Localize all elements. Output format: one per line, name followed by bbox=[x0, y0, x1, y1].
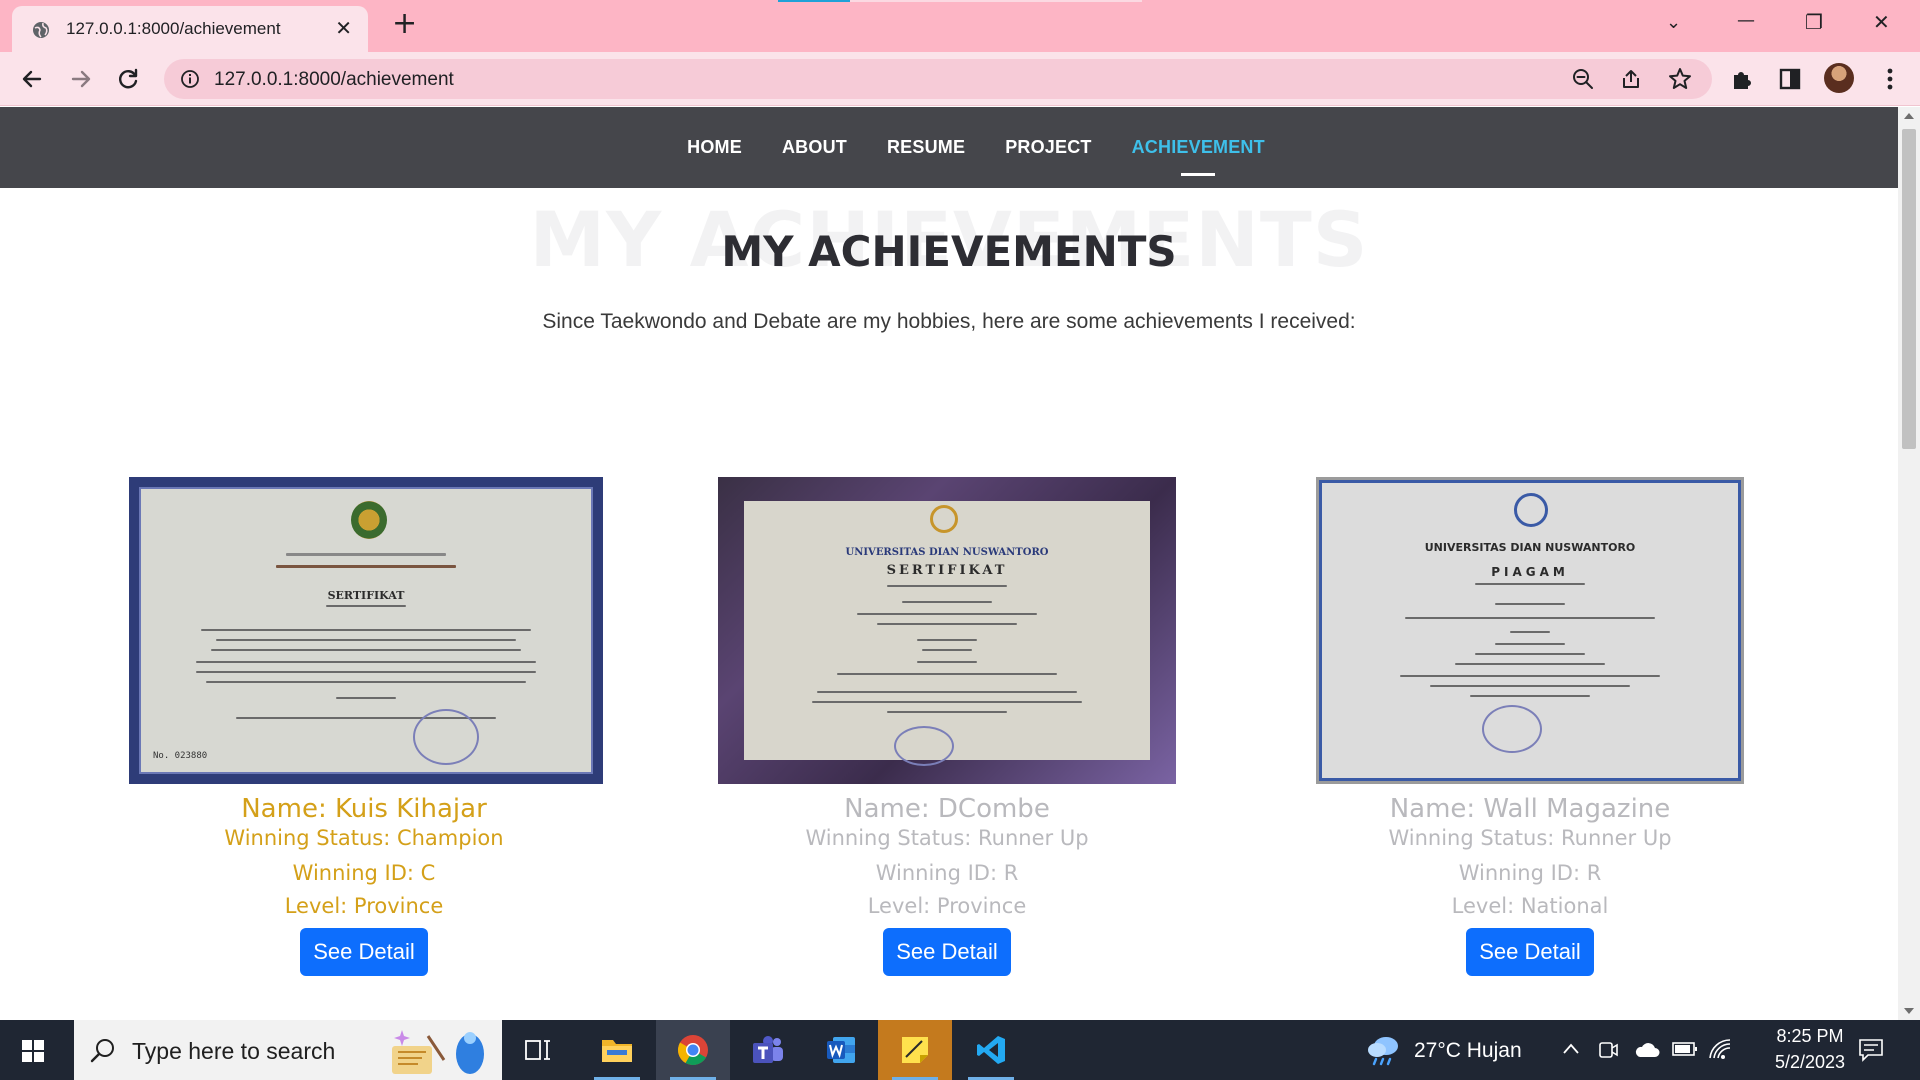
taskbar-search-box[interactable]: Type here to search bbox=[74, 1020, 502, 1080]
winning-id: Winning ID: C bbox=[292, 861, 436, 885]
winning-id: Winning ID: R bbox=[1458, 861, 1602, 885]
achievement-card: SERTIFIKAT No. 023880 Name: Kuis Kihajar… bbox=[129, 477, 603, 976]
search-placeholder: Type here to search bbox=[132, 1038, 336, 1064]
back-icon[interactable] bbox=[18, 65, 46, 93]
clock-date[interactable]: 5/2/2023 bbox=[1750, 1052, 1870, 1073]
battery-icon[interactable] bbox=[1672, 1041, 1698, 1057]
search-icon bbox=[90, 1039, 114, 1063]
word-app[interactable] bbox=[804, 1020, 878, 1080]
achievement-card: UNIVERSITAS DIAN NUSWANTORO PIAGAM Name:… bbox=[1295, 477, 1765, 976]
winning-status: Winning Status: Runner Up bbox=[805, 826, 1089, 850]
page-subtitle: Since Taekwondo and Debate are my hobbie… bbox=[542, 310, 1356, 333]
vscode-icon bbox=[977, 1036, 1005, 1064]
browser-toolbar: 127.0.0.1:8000/achievement bbox=[0, 52, 1920, 106]
achievement-level: Level: National bbox=[1451, 894, 1609, 918]
task-view-icon[interactable] bbox=[524, 1038, 552, 1062]
side-panel-icon[interactable] bbox=[1776, 65, 1804, 93]
scroll-down-icon[interactable] bbox=[1904, 1008, 1914, 1014]
forward-icon[interactable] bbox=[67, 65, 95, 93]
scroll-up-icon[interactable] bbox=[1904, 113, 1914, 119]
page-scrollbar[interactable] bbox=[1898, 107, 1920, 1020]
word-icon bbox=[827, 1037, 855, 1063]
chrome-app[interactable] bbox=[656, 1020, 730, 1080]
folder-icon bbox=[602, 1040, 632, 1062]
more-menu-icon[interactable] bbox=[1876, 65, 1904, 93]
achievement-name: Name: Wall Magazine bbox=[1389, 794, 1671, 824]
achievement-name: Name: Kuis Kihajar bbox=[241, 794, 487, 824]
minimize-button[interactable]: — bbox=[1737, 10, 1755, 31]
meet-now-icon[interactable] bbox=[1598, 1039, 1618, 1061]
certificate-image: UNIVERSITAS DIAN NUSWANTORO PIAGAM bbox=[1316, 477, 1744, 784]
zoom-out-icon[interactable] bbox=[1572, 68, 1594, 90]
bookmark-star-icon[interactable] bbox=[1668, 67, 1692, 91]
notifications-icon[interactable] bbox=[1858, 1038, 1884, 1062]
chrome-icon bbox=[677, 1035, 708, 1066]
certificate-image: UNIVERSITAS DIAN NUSWANTORO SERTIFIKAT bbox=[718, 477, 1176, 784]
wifi-icon[interactable] bbox=[1708, 1038, 1732, 1060]
winning-status: Winning Status: Champion bbox=[224, 826, 504, 850]
certificate-title: SERTIFIKAT bbox=[886, 563, 1008, 578]
certificate-number: No. 023880 bbox=[153, 751, 208, 761]
restore-button[interactable]: ❐ bbox=[1805, 10, 1823, 34]
teams-icon bbox=[753, 1036, 783, 1063]
winning-id: Winning ID: R bbox=[875, 861, 1019, 885]
windows-taskbar: Type here to search 27°C Hujan 8:25 PM 5… bbox=[0, 1020, 1920, 1080]
certificate-title: SERTIFIKAT bbox=[327, 589, 405, 602]
file-explorer-app[interactable] bbox=[580, 1020, 654, 1080]
certificate-header: UNIVERSITAS DIAN NUSWANTORO bbox=[845, 547, 1049, 558]
tab-search-icon[interactable]: ⌄ bbox=[1666, 12, 1681, 33]
achievement-name: Name: DCombe bbox=[844, 794, 1050, 824]
onedrive-cloud-icon[interactable] bbox=[1634, 1041, 1660, 1059]
page-title: MY ACHIEVEMENTS bbox=[721, 227, 1177, 276]
vscode-app[interactable] bbox=[954, 1020, 1028, 1080]
nav-home[interactable]: HOME bbox=[687, 107, 742, 188]
nav-about[interactable]: ABOUT bbox=[782, 107, 847, 188]
loading-bar bbox=[778, 0, 1142, 2]
address-bar[interactable]: 127.0.0.1:8000/achievement bbox=[164, 59, 1712, 99]
sticky-notes-app[interactable] bbox=[878, 1020, 952, 1080]
see-detail-button[interactable]: See Detail bbox=[300, 928, 428, 976]
profile-avatar[interactable] bbox=[1824, 63, 1854, 93]
achievement-level: Level: Province bbox=[867, 894, 1027, 918]
windows-start-icon[interactable] bbox=[22, 1040, 44, 1062]
see-detail-button[interactable]: See Detail bbox=[883, 928, 1011, 976]
reload-icon[interactable] bbox=[114, 65, 142, 93]
weather-rain-icon[interactable] bbox=[1366, 1032, 1402, 1066]
weather-text[interactable]: 27°C Hujan bbox=[1414, 1039, 1522, 1063]
scroll-thumb[interactable] bbox=[1902, 129, 1916, 449]
page-viewport: HOME ABOUT RESUME PROJECT ACHIEVEMENT MY… bbox=[0, 107, 1898, 1020]
share-icon[interactable] bbox=[1620, 68, 1642, 90]
browser-tab[interactable]: 127.0.0.1:8000/achievement ✕ bbox=[12, 6, 368, 52]
nav-project[interactable]: PROJECT bbox=[1005, 107, 1091, 188]
browser-tab-bar: 127.0.0.1:8000/achievement ✕ + ⌄ — ❐ ✕ bbox=[0, 0, 1920, 52]
see-detail-button[interactable]: See Detail bbox=[1466, 928, 1594, 976]
certificate-title: PIAGAM bbox=[1491, 565, 1569, 579]
sticky-notes-icon bbox=[902, 1037, 928, 1063]
certificate-header: UNIVERSITAS DIAN NUSWANTORO bbox=[1424, 541, 1636, 554]
globe-icon bbox=[33, 22, 49, 38]
site-navbar: HOME ABOUT RESUME PROJECT ACHIEVEMENT bbox=[0, 107, 1898, 188]
search-highlight-illustration-icon bbox=[392, 1030, 484, 1074]
teams-app[interactable] bbox=[730, 1020, 804, 1080]
winning-status: Winning Status: Runner Up bbox=[1388, 826, 1672, 850]
chevron-up-icon[interactable] bbox=[1562, 1042, 1580, 1056]
tab-title: 127.0.0.1:8000/achievement bbox=[66, 19, 281, 38]
nav-resume[interactable]: RESUME bbox=[887, 107, 965, 188]
site-info-icon[interactable] bbox=[180, 69, 200, 89]
nav-achievement[interactable]: ACHIEVEMENT bbox=[1132, 107, 1265, 188]
achievement-card: UNIVERSITAS DIAN NUSWANTORO SERTIFIKAT N… bbox=[712, 477, 1182, 976]
certificate-image: SERTIFIKAT No. 023880 bbox=[129, 477, 603, 784]
achievement-level: Level: Province bbox=[284, 894, 444, 918]
close-tab-icon[interactable]: ✕ bbox=[335, 18, 352, 38]
new-tab-button[interactable]: + bbox=[392, 9, 417, 39]
close-window-button[interactable]: ✕ bbox=[1873, 10, 1890, 34]
clock-time[interactable]: 8:25 PM bbox=[1750, 1026, 1870, 1047]
url-text: 127.0.0.1:8000/achievement bbox=[214, 69, 454, 90]
extensions-icon[interactable] bbox=[1728, 65, 1756, 93]
